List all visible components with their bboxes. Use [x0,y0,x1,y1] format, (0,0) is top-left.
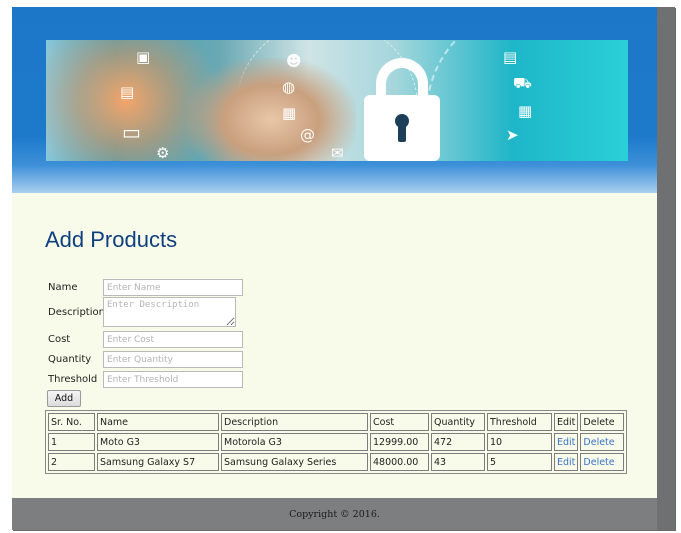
quantity-input[interactable] [103,351,243,368]
column-header-cost: Cost [370,413,429,431]
cell-sr-no: 2 [48,453,95,471]
description-input[interactable] [103,297,236,327]
cost-input[interactable] [103,331,243,348]
cell-edit: Edit [554,453,579,471]
server-icon: ▤ [503,48,518,66]
banner-ring [426,40,628,161]
cell-quantity: 43 [431,453,485,471]
cell-name: Samsung Galaxy S7 [97,453,219,471]
cell-description: Samsung Galaxy Series [221,453,368,471]
column-header-quantity: Quantity [431,413,485,431]
copyright-text: Copyright © 2016. [289,509,380,520]
gear-icon: ⚙ [156,144,170,161]
shopping-cart-icon: ⛟ [513,74,532,92]
banner-image: ▣ ▤ ▭ ⚙ ☻ ◍ ▦ @ ✉ ▤ ⛟ ▦ ➤ [46,40,628,161]
edit-link[interactable]: Edit [557,457,575,468]
video-icon: ▦ [282,104,297,122]
cell-delete: Delete [580,433,625,451]
cell-delete: Delete [580,453,625,471]
people-icon: ☻ [286,52,302,70]
delete-link[interactable]: Delete [583,437,614,448]
frame-shadow [657,7,675,530]
table-row: 1 Moto G3 Motorola G3 12999.00 472 10 Ed… [48,433,625,451]
column-header-description: Description [221,413,368,431]
add-button[interactable]: Add [47,390,81,407]
description-label: Description [48,307,105,318]
cell-threshold: 5 [487,453,552,471]
quantity-label: Quantity [48,354,92,365]
name-label: Name [48,282,78,293]
cell-threshold: 10 [487,433,552,451]
threshold-input[interactable] [103,371,243,388]
cell-name: Moto G3 [97,433,219,451]
name-input[interactable] [103,279,243,296]
page-frame: ▣ ▤ ▭ ⚙ ☻ ◍ ▦ @ ✉ ▤ ⛟ ▦ ➤ Add Products N… [12,7,675,530]
column-header-delete: Delete [580,413,625,431]
edit-link[interactable]: Edit [557,437,575,448]
delete-link[interactable]: Delete [583,457,614,468]
main-content: Add Products Name Description Cost Quant… [12,193,657,498]
globe-icon: ◍ [282,78,296,96]
column-header-edit: Edit [554,413,579,431]
image-icon: ▣ [136,48,151,66]
at-sign-icon: @ [300,126,315,144]
column-header-name: Name [97,413,219,431]
calendar-icon: ▦ [518,102,533,120]
products-table: Sr. No. Name Description Cost Quantity T… [45,410,628,474]
cost-label: Cost [48,334,71,345]
cell-cost: 12999.00 [370,433,429,451]
document-icon: ▤ [120,83,135,101]
mail-icon: ✉ [331,144,344,161]
threshold-label: Threshold [48,374,98,385]
cell-sr-no: 1 [48,433,95,451]
laptop-icon: ▭ [122,120,141,144]
cell-quantity: 472 [431,433,485,451]
site-header: ▣ ▤ ▭ ⚙ ☻ ◍ ▦ @ ✉ ▤ ⛟ ▦ ➤ [12,7,657,193]
lock-keyhole-slot [398,124,406,142]
cell-cost: 48000.00 [370,453,429,471]
cell-edit: Edit [554,433,579,451]
page-title: Add Products [45,227,178,252]
table-header-row: Sr. No. Name Description Cost Quantity T… [48,413,625,431]
cursor-icon: ➤ [506,126,519,144]
column-header-threshold: Threshold [487,413,552,431]
table-row: 2 Samsung Galaxy S7 Samsung Galaxy Serie… [48,453,625,471]
column-header-sr-no: Sr. No. [48,413,95,431]
cell-description: Motorola G3 [221,433,368,451]
site-footer: Copyright © 2016. [12,498,675,530]
